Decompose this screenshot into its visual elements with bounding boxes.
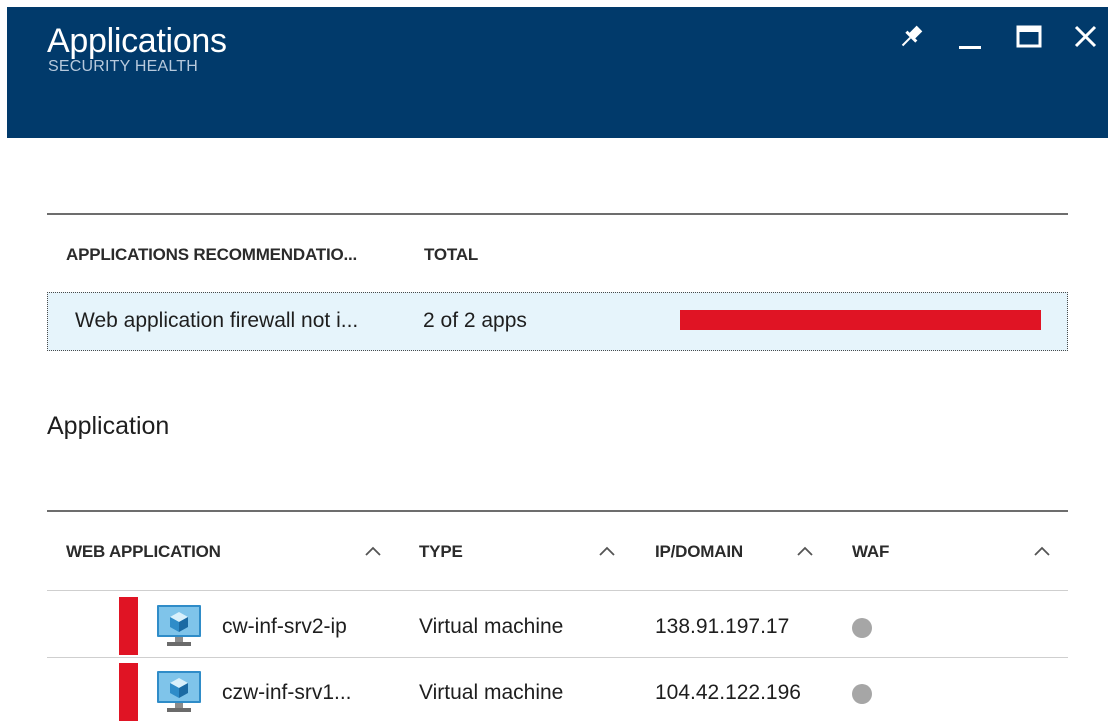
sort-chevron-up-icon[interactable] — [796, 545, 814, 557]
virtual-machine-icon — [155, 669, 203, 715]
blade-title: Applications — [47, 22, 227, 60]
maximize-button[interactable] — [1013, 21, 1045, 53]
minimize-button[interactable] — [955, 21, 987, 53]
applications-top-rule — [47, 510, 1068, 512]
recommendation-total: 2 of 2 apps — [423, 309, 527, 332]
sort-chevron-up-icon[interactable] — [364, 545, 382, 557]
table-row[interactable]: czw-inf-srv1... Virtual machine 104.42.1… — [47, 659, 1068, 725]
waf-status-dot — [852, 618, 872, 638]
application-ip: 104.42.122.196 — [655, 681, 801, 704]
application-ip: 138.91.197.17 — [655, 615, 790, 638]
severity-bar — [680, 310, 1041, 330]
column-header-waf[interactable]: WAF — [852, 542, 889, 562]
sort-chevron-up-icon[interactable] — [598, 545, 616, 557]
blade-subtitle: SECURITY HEALTH — [48, 58, 198, 75]
row-separator — [47, 590, 1068, 591]
sort-chevron-up-icon[interactable] — [1033, 545, 1051, 557]
application-type: Virtual machine — [419, 615, 564, 638]
close-button[interactable] — [1069, 21, 1101, 53]
recommendation-row[interactable]: Web application firewall not i... 2 of 2… — [47, 292, 1068, 351]
column-header-ip-domain[interactable]: IP/DOMAIN — [655, 542, 743, 562]
application-name: cw-inf-srv2-ip — [222, 615, 347, 638]
severity-indicator — [119, 597, 138, 655]
application-name: czw-inf-srv1... — [222, 681, 352, 704]
virtual-machine-icon — [155, 603, 203, 649]
maximize-icon — [1016, 25, 1042, 48]
recommendation-name: Web application firewall not i... — [75, 309, 359, 332]
minimize-icon — [959, 46, 981, 49]
column-header-total[interactable]: TOTAL — [424, 245, 478, 265]
column-header-web-application[interactable]: WEB APPLICATION — [66, 542, 221, 562]
blade-header: Applications SECURITY HEALTH — [7, 7, 1108, 138]
section-title-application: Application — [47, 412, 170, 440]
recommendations-top-rule — [47, 213, 1068, 215]
table-row[interactable]: cw-inf-srv2-ip Virtual machine 138.91.19… — [47, 593, 1068, 659]
application-type: Virtual machine — [419, 681, 564, 704]
severity-indicator — [119, 663, 138, 721]
pin-icon — [901, 25, 923, 47]
row-separator — [47, 657, 1068, 658]
column-header-recommendation[interactable]: APPLICATIONS RECOMMENDATIO... — [66, 245, 357, 265]
waf-status-dot — [852, 684, 872, 704]
column-header-type[interactable]: TYPE — [419, 542, 463, 562]
pin-button[interactable] — [895, 21, 927, 53]
close-icon — [1074, 25, 1097, 48]
